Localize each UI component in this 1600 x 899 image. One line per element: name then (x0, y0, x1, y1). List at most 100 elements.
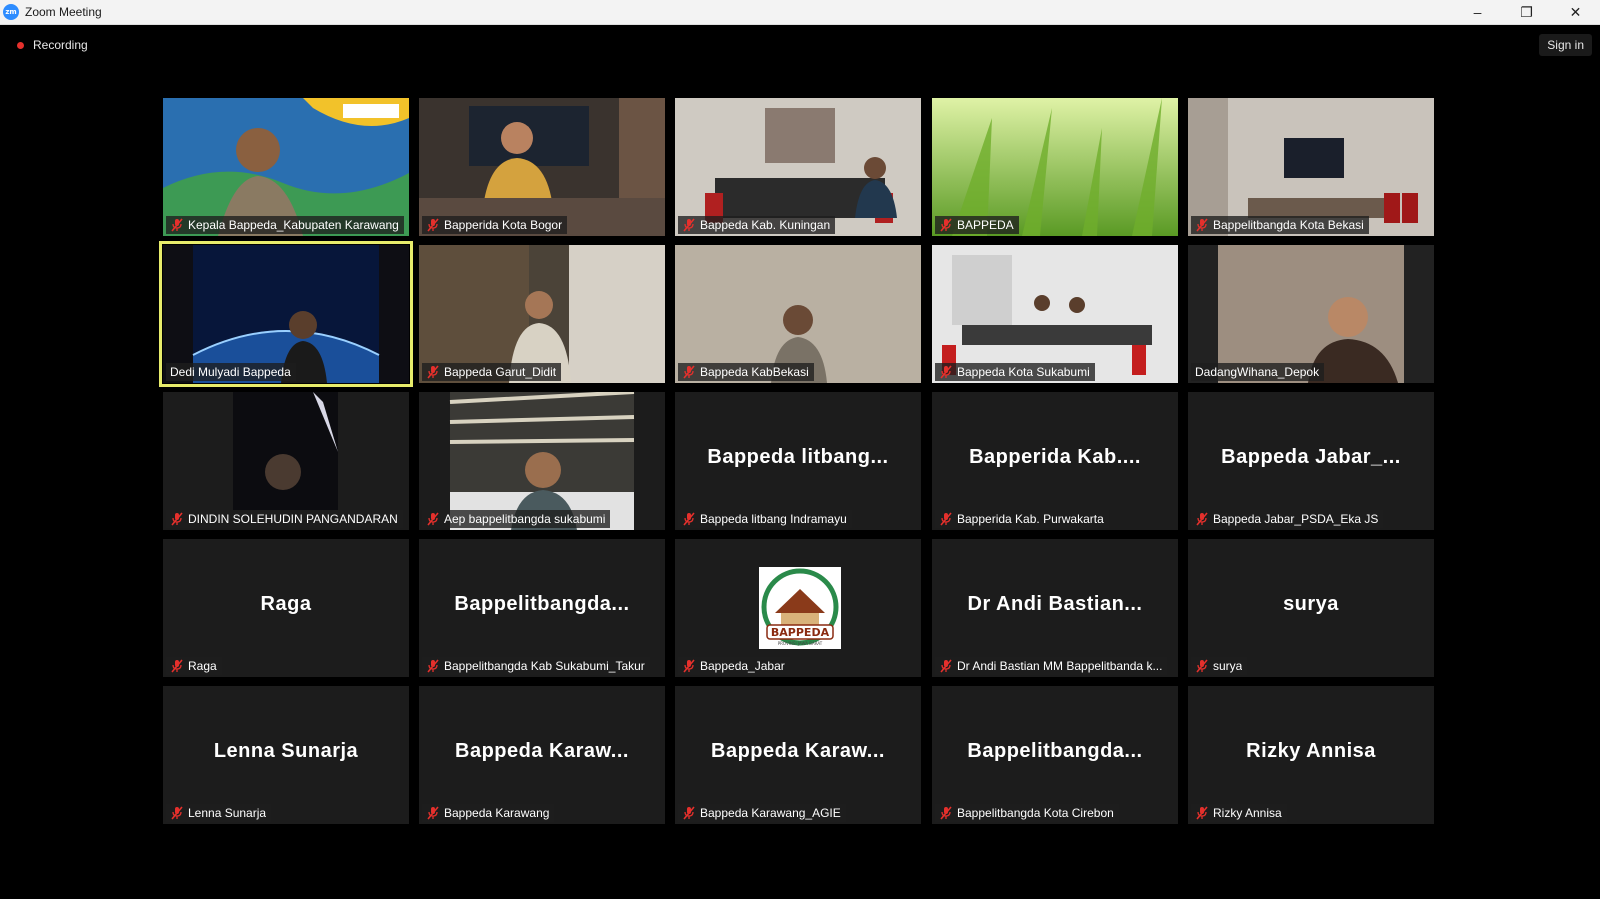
participant-tile[interactable]: Bappeda Karaw... Bappeda Karawang (419, 686, 665, 824)
participant-tile[interactable]: Bappelitbangda Kota Bekasi (1188, 98, 1434, 236)
participant-name: Bappeda Jabar_PSDA_Eka JS (1213, 512, 1379, 526)
participant-name-bar: Bappeda Jabar_PSDA_Eka JS (1191, 510, 1384, 528)
participant-name: Bappeda KabBekasi (700, 365, 809, 379)
muted-mic-icon (939, 806, 953, 820)
participant-display-name: Bappelitbangda... (454, 593, 630, 615)
muted-mic-icon (939, 365, 953, 379)
participant-name: Bappeda litbang Indramayu (700, 512, 847, 526)
participant-tile[interactable]: Dedi Mulyadi Bappeda (159, 241, 413, 387)
participant-tile[interactable]: DINDIN SOLEHUDIN PANGANDARAN (163, 392, 409, 530)
participant-tile[interactable]: Bappeda Kota Sukabumi (932, 245, 1178, 383)
participant-tile[interactable]: Kepala Bappeda_Kabupaten Karawang (163, 98, 409, 236)
participant-name: DINDIN SOLEHUDIN PANGANDARAN (188, 512, 398, 526)
participant-name: Rizky Annisa (1213, 806, 1282, 820)
participant-tile[interactable]: DadangWihana_Depok (1188, 245, 1434, 383)
participant-tile[interactable]: surya surya (1188, 539, 1434, 677)
participant-tile[interactable]: Bappeda Jabar_... Bappeda Jabar_PSDA_Eka… (1188, 392, 1434, 530)
participant-name: Bapperida Kota Bogor (444, 218, 563, 232)
muted-mic-icon (170, 806, 184, 820)
participant-name: Bappeda Kota Sukabumi (957, 365, 1090, 379)
participant-name: Bappelitbangda Kota Cirebon (957, 806, 1114, 820)
participant-tile[interactable]: Bappeda KabBekasi (675, 245, 921, 383)
participant-name-bar: Bapperida Kota Bogor (422, 216, 568, 234)
participant-name: Lenna Sunarja (188, 806, 267, 820)
participant-name-bar: Bappeda Karawang_AGIE (678, 804, 846, 822)
participant-name: Bappelitbangda Kota Bekasi (1213, 218, 1364, 232)
participant-tile[interactable]: Rizky Annisa Rizky Annisa (1188, 686, 1434, 824)
recording-dot-icon (17, 41, 24, 49)
muted-mic-icon (426, 806, 440, 820)
participant-display-name: Bappeda Jabar_... (1221, 446, 1401, 468)
participant-tile[interactable]: Bappeda litbang... Bappeda litbang Indra… (675, 392, 921, 530)
participant-display-name: Bappeda Karaw... (455, 740, 629, 762)
participant-name: Bappeda Karawang_AGIE (700, 806, 841, 820)
close-button[interactable]: ✕ (1551, 0, 1600, 24)
muted-mic-icon (1195, 218, 1209, 232)
recording-label: Recording (33, 38, 88, 52)
participant-name-bar: Dedi Mulyadi Bappeda (166, 363, 296, 381)
participant-name-bar: surya (1191, 657, 1248, 675)
participant-name: Bappeda_Jabar (700, 659, 785, 673)
participant-name-bar: Bappeda Karawang (422, 804, 555, 822)
participant-tile[interactable]: Bapperida Kota Bogor (419, 98, 665, 236)
participant-name: Bappeda Kab. Kuningan (700, 218, 831, 232)
muted-mic-icon (426, 218, 440, 232)
muted-mic-icon (170, 512, 184, 526)
muted-mic-icon (682, 365, 696, 379)
participant-display-name: Raga (260, 593, 312, 615)
muted-mic-icon (682, 806, 696, 820)
participant-name-bar: Rizky Annisa (1191, 804, 1287, 822)
participant-tile[interactable]: Aep bappelitbangda sukabumi (419, 392, 665, 530)
muted-mic-icon (939, 512, 953, 526)
muted-mic-icon (1195, 512, 1209, 526)
participant-tile[interactable]: Raga Raga (163, 539, 409, 677)
participant-tile[interactable]: Lenna Sunarja Lenna Sunarja (163, 686, 409, 824)
participant-name-bar: Bappeda litbang Indramayu (678, 510, 852, 528)
participant-name-bar: Dr Andi Bastian MM Bappelitbanda k... (935, 657, 1168, 675)
participant-display-name: Bappeda litbang... (707, 446, 889, 468)
participant-tile[interactable]: Bappeda Kab. Kuningan (675, 98, 921, 236)
participant-name-bar: Bappelitbangda Kota Cirebon (935, 804, 1119, 822)
participant-tile[interactable]: BAPPEDA (932, 98, 1178, 236)
participant-name: Bappeda Karawang (444, 806, 550, 820)
participant-name: Bappelitbangda Kab Sukabumi_Takur (444, 659, 645, 673)
muted-mic-icon (682, 659, 696, 673)
meeting-top-bar: Recording Sign in (0, 25, 1600, 65)
muted-mic-icon (682, 218, 696, 232)
participant-name: Dr Andi Bastian MM Bappelitbanda k... (957, 659, 1163, 673)
participant-name-bar: Bappeda Garut_Didit (422, 363, 562, 381)
participant-display-name: Dr Andi Bastian... (967, 593, 1143, 615)
participant-tile[interactable]: Dr Andi Bastian... Dr Andi Bastian MM Ba… (932, 539, 1178, 677)
participant-name-bar: Bappeda_Jabar (678, 657, 790, 675)
participant-display-name: Bapperida Kab.... (969, 446, 1141, 468)
participant-display-name: Bappeda Karaw... (711, 740, 885, 762)
window-controls: – ❐ ✕ (1453, 0, 1600, 24)
recording-indicator[interactable]: Recording (9, 34, 96, 56)
muted-mic-icon (170, 659, 184, 673)
participant-name: Bapperida Kab. Purwakarta (957, 512, 1104, 526)
participant-name: Raga (188, 659, 217, 673)
participant-tile[interactable]: Bappeda Karaw... Bappeda Karawang_AGIE (675, 686, 921, 824)
window-title: Zoom Meeting (25, 5, 102, 19)
participant-name-bar: Bappelitbangda Kab Sukabumi_Takur (422, 657, 650, 675)
participant-tile[interactable]: Bappeda Garut_Didit (419, 245, 665, 383)
muted-mic-icon (426, 512, 440, 526)
sign-in-button[interactable]: Sign in (1539, 34, 1592, 56)
participant-tile[interactable]: Bappelitbangda... Bappelitbangda Kota Ci… (932, 686, 1178, 824)
participant-name: Aep bappelitbangda sukabumi (444, 512, 606, 526)
muted-mic-icon (1195, 659, 1209, 673)
participant-name: Kepala Bappeda_Kabupaten Karawang (188, 218, 399, 232)
minimize-button[interactable]: – (1453, 0, 1502, 24)
participant-name-bar: Bappelitbangda Kota Bekasi (1191, 216, 1369, 234)
svg-text:BAPPEDA: BAPPEDA (771, 626, 830, 639)
muted-mic-icon (426, 659, 440, 673)
participant-name: DadangWihana_Depok (1195, 365, 1320, 379)
participant-tile[interactable]: BAPPEDA PROVINSI JAWA BARAT Bappeda_Jaba… (675, 539, 921, 677)
muted-mic-icon (682, 512, 696, 526)
participant-tile[interactable]: Bapperida Kab.... Bapperida Kab. Purwaka… (932, 392, 1178, 530)
participant-name: Bappeda Garut_Didit (444, 365, 557, 379)
participant-display-name: Bappelitbangda... (967, 740, 1143, 762)
participant-name: surya (1213, 659, 1243, 673)
participant-tile[interactable]: Bappelitbangda... Bappelitbangda Kab Suk… (419, 539, 665, 677)
restore-button[interactable]: ❐ (1502, 0, 1551, 24)
